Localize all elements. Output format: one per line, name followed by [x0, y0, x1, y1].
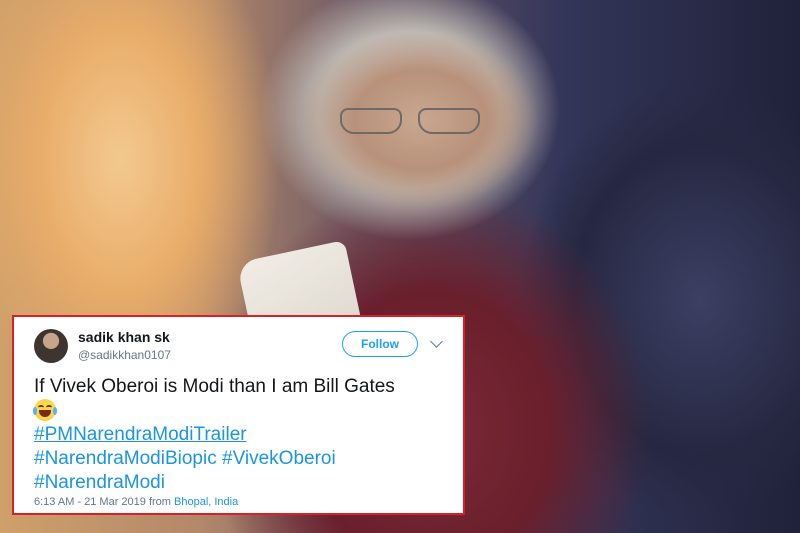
chevron-down-icon[interactable] [430, 335, 443, 348]
tweet-card: sadik khan sk @sadikkhan0107 Follow If V… [12, 315, 465, 515]
hashtag-link[interactable]: #NarendraModi [34, 472, 165, 493]
user-handle[interactable]: @sadikkhan0107 [78, 348, 171, 362]
avatar[interactable] [34, 329, 68, 363]
hashtag-link[interactable]: #VivekOberoi [222, 448, 336, 469]
hashtag-link[interactable]: #PMNarendraModiTrailer [34, 424, 247, 445]
user-name[interactable]: sadik khan sk [78, 329, 170, 345]
tweet-body: If Vivek Oberoi is Modi than I am Bill G… [34, 376, 395, 397]
hashtag-list: #PMNarendraModiTrailer #NarendraModiBiop… [34, 423, 336, 495]
face-with-tears-of-joy-icon [33, 399, 57, 421]
location-link[interactable]: Bhopal, India [174, 496, 238, 508]
tweet-text: If Vivek Oberoi is Modi than I am Bill G… [33, 375, 454, 424]
glasses [340, 108, 480, 134]
tweet-meta: 6:13 AM - 21 Mar 2019 from Bhopal, India [34, 496, 238, 508]
hashtag-link[interactable]: #NarendraModiBiopic [34, 448, 217, 469]
follow-button[interactable]: Follow [342, 331, 418, 357]
timestamp[interactable]: 6:13 AM - 21 Mar 2019 from [34, 496, 171, 508]
